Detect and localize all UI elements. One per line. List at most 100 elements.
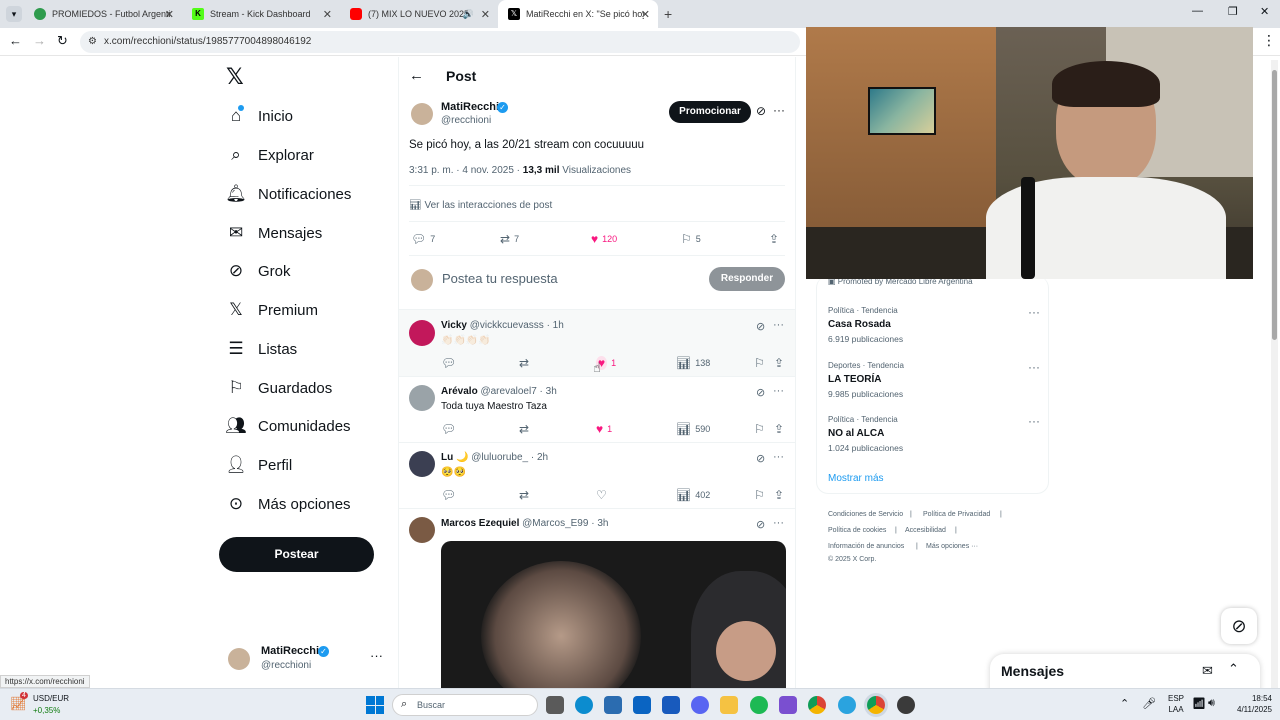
- maximize-window-icon[interactable]: ❐: [1228, 5, 1238, 18]
- nav-item-notificaciones[interactable]: 🔔︎ Notificaciones: [224, 179, 351, 209]
- tab-youtube[interactable]: (7) MIX LO NUEVO 2025 | E 🔊 ✕: [340, 0, 498, 28]
- reply-name[interactable]: Marcos Ezequiel: [441, 518, 519, 529]
- tab-kick[interactable]: K Stream - Kick Dashboard ✕: [182, 0, 340, 28]
- post-button[interactable]: Postear: [219, 537, 374, 572]
- expand-icon[interactable]: ⌃: [1228, 661, 1239, 677]
- reply-name[interactable]: Lu 🌙: [441, 452, 468, 463]
- reply-handle[interactable]: @Marcos_E99: [522, 518, 588, 529]
- reply-handle[interactable]: @vickkcuevasss: [470, 320, 544, 331]
- reply-handle[interactable]: @arevaloel7: [480, 386, 536, 397]
- trend-item[interactable]: Política · Tendencia Casa Rosada 6.919 p…: [817, 301, 1050, 351]
- trend-item[interactable]: Deportes · Tendencia LA TEORÍA 9.985 pub…: [817, 356, 1050, 406]
- repost-icon[interactable]: ⇄: [519, 488, 529, 502]
- close-window-icon[interactable]: ✕: [1260, 5, 1269, 18]
- bookmark-icon[interactable]: ⚐: [754, 422, 765, 436]
- promote-button[interactable]: Promocionar: [669, 101, 751, 123]
- tab-close-icon[interactable]: ✕: [323, 8, 332, 21]
- reply-avatar[interactable]: [409, 320, 435, 346]
- reply-avatar[interactable]: [409, 517, 435, 543]
- share-icon[interactable]: ⇪: [769, 232, 779, 246]
- grok-floating-icon[interactable]: ⊘: [1221, 608, 1257, 644]
- reply-icon[interactable]: 💬︎: [441, 488, 456, 502]
- repost-icon[interactable]: ⇄: [519, 422, 529, 436]
- reply-item[interactable]: Arévalo @arevaloel7 · 3h ⊘ ··· Toda tuya…: [399, 377, 795, 443]
- footer-link-more[interactable]: Más opciones ···: [926, 543, 978, 550]
- spotify-icon[interactable]: [750, 696, 768, 714]
- tab-x-post[interactable]: 𝕏 MatiRecchi en X: "Se picó hoy, a ✕: [498, 0, 658, 28]
- page-scrollbar[interactable]: [1271, 60, 1278, 688]
- footer-link-privacy[interactable]: Política de Privacidad: [923, 511, 990, 518]
- views-action[interactable]: 📊︎ 402: [676, 488, 710, 502]
- tab-close-icon[interactable]: ✕: [641, 8, 650, 21]
- post-time[interactable]: 3:31 p. m. · 4 nov. 2025 ·: [409, 165, 520, 176]
- minimize-window-icon[interactable]: —: [1192, 5, 1203, 17]
- nav-item-inicio[interactable]: ⌂ Inicio: [224, 101, 293, 131]
- account-switcher[interactable]: MatiRecchi ✓ @recchioni ···: [224, 642, 388, 676]
- file-explorer-icon[interactable]: [720, 696, 738, 714]
- grok-icon[interactable]: ⊘: [756, 518, 765, 531]
- telegram-icon[interactable]: [838, 696, 856, 714]
- trend-more-icon[interactable]: ···: [1028, 305, 1040, 319]
- messages-drawer[interactable]: Mensajes ✉ ⌃: [990, 654, 1260, 692]
- edge-icon[interactable]: [575, 696, 593, 714]
- trend-item[interactable]: Política · Tendencia NO al ALCA 1.024 pu…: [817, 411, 1050, 461]
- x-logo-icon[interactable]: 𝕏: [226, 64, 244, 90]
- reply-icon[interactable]: 💬︎: [441, 356, 456, 370]
- nav-item-mas-opciones[interactable]: ⊙ Más opciones: [224, 489, 351, 519]
- nav-item-guardados[interactable]: ⚐ Guardados: [224, 373, 332, 403]
- like-action[interactable]: ♥ 1: [596, 422, 612, 436]
- footer-link-accessibility[interactable]: Accesibilidad: [905, 527, 946, 534]
- chrome-active-icon[interactable]: [867, 696, 885, 714]
- views-action[interactable]: 📊︎ 138: [676, 356, 710, 370]
- view-interactions-link[interactable]: 📊︎ Ver las interacciones de post: [409, 200, 552, 211]
- obs-icon[interactable]: [897, 696, 915, 714]
- reply-item[interactable]: Marcos Ezequiel @Marcos_E99 · 3h ⊘ ···: [399, 509, 795, 697]
- nav-item-explorar[interactable]: ⌕ Explorar: [224, 140, 314, 170]
- new-tab-icon[interactable]: +: [664, 6, 672, 22]
- share-icon[interactable]: ⇪: [774, 422, 784, 436]
- tab-search-dropdown-icon[interactable]: ▾: [6, 6, 22, 22]
- share-icon[interactable]: ⇪: [774, 356, 784, 370]
- chrome-icon[interactable]: [808, 696, 826, 714]
- audio-playing-icon[interactable]: 🔊: [463, 9, 474, 20]
- views-action[interactable]: 📊︎ 590: [676, 422, 710, 436]
- word-icon[interactable]: [662, 696, 680, 714]
- reply-media-video[interactable]: [441, 541, 786, 697]
- scrollbar-thumb[interactable]: [1272, 70, 1277, 340]
- tray-chevron-icon[interactable]: ⌃: [1120, 697, 1129, 710]
- reply-more-icon[interactable]: ···: [773, 517, 784, 529]
- tab-promiedos[interactable]: PROMIEDOS - Futbol Argentino ✕: [24, 0, 182, 28]
- task-view-icon[interactable]: [546, 696, 564, 714]
- tab-close-icon[interactable]: ✕: [165, 8, 174, 21]
- nav-item-listas[interactable]: ☰ Listas: [224, 334, 297, 364]
- volume-icon[interactable]: 🔊︎: [1208, 697, 1215, 710]
- reply-button[interactable]: Responder: [709, 267, 785, 291]
- reply-more-icon[interactable]: ···: [773, 451, 784, 463]
- reply-action[interactable]: 💬︎ 7: [411, 232, 435, 246]
- reply-icon[interactable]: 💬︎: [441, 422, 456, 436]
- author-handle[interactable]: @recchioni: [441, 115, 491, 126]
- heart-outline-icon[interactable]: ♡: [596, 488, 607, 502]
- back-icon[interactable]: ←: [9, 33, 22, 48]
- back-arrow-icon[interactable]: ←: [409, 67, 424, 84]
- stock-widget[interactable]: 📈︎ 4 USD/EUR +0,35%: [8, 692, 88, 718]
- author-avatar[interactable]: [411, 103, 433, 125]
- bookmark-icon[interactable]: ⚐: [754, 488, 765, 502]
- reply-item[interactable]: Lu 🌙 @luluorube_ · 2h ⊘ ··· 🥺🥺 💬︎ ⇄ ♡ 📊︎…: [399, 443, 795, 509]
- wifi-icon[interactable]: 📶︎: [1192, 697, 1206, 710]
- trend-more-icon[interactable]: ···: [1028, 414, 1040, 428]
- repost-action[interactable]: ⇄ 7: [500, 232, 519, 246]
- reply-time[interactable]: · 3h: [540, 386, 557, 397]
- grok-icon[interactable]: ⊘: [756, 104, 766, 118]
- reply-more-icon[interactable]: ···: [773, 385, 784, 397]
- reply-name[interactable]: Arévalo: [441, 386, 478, 397]
- clock[interactable]: 18:54 4/11/2025: [1224, 693, 1272, 715]
- like-action[interactable]: ♥ 120: [591, 232, 617, 246]
- reply-input[interactable]: Postea tu respuesta: [442, 271, 558, 286]
- site-info-icon[interactable]: ⚙: [88, 31, 97, 53]
- reload-icon[interactable]: ↻: [57, 33, 68, 49]
- bookmark-icon[interactable]: ⚐: [754, 356, 765, 370]
- microphone-icon[interactable]: 🎤︎: [1142, 697, 1156, 710]
- app-icon[interactable]: [779, 696, 797, 714]
- footer-link-ads-info[interactable]: Información de anuncios: [828, 543, 904, 550]
